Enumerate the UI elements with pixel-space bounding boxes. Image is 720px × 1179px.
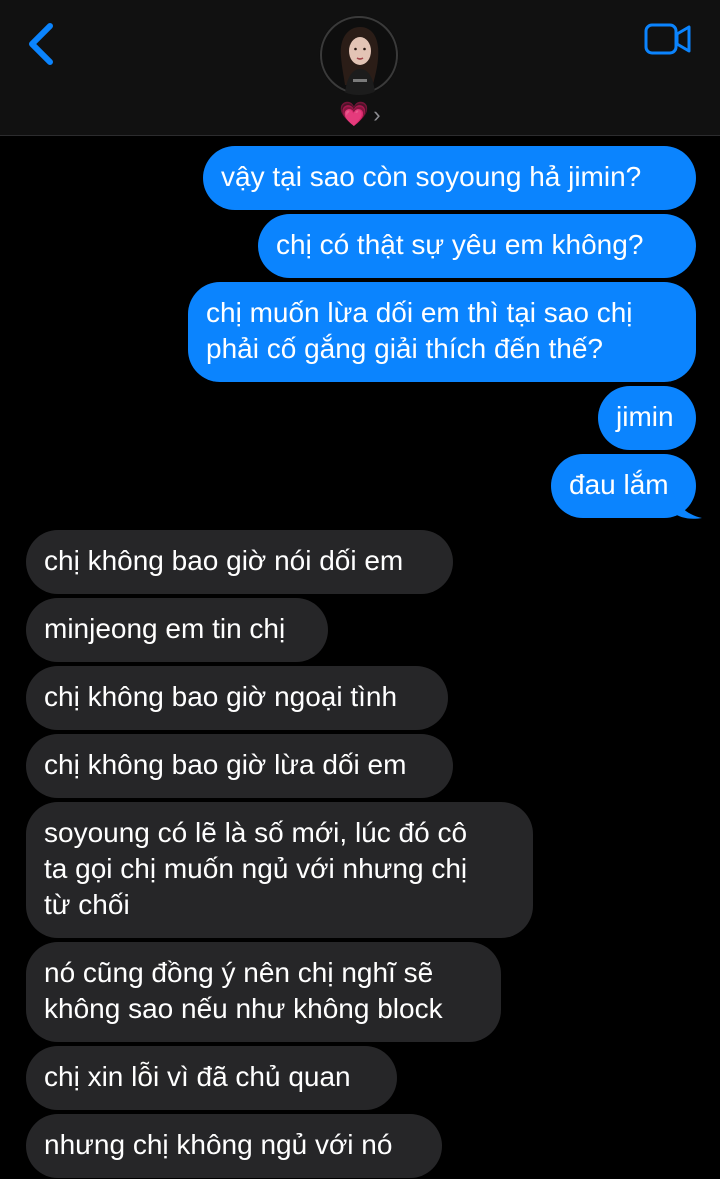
message-text: chị không bao giờ ngoại tình xyxy=(44,681,398,712)
message-text: chị không bao giờ lừa dối em xyxy=(44,749,407,780)
video-camera-icon xyxy=(644,23,691,55)
bubble-tail-outgoing xyxy=(672,488,702,519)
message-bubble-outgoing[interactable]: chị có thật sự yêu em không? xyxy=(258,214,696,278)
message-bubble-outgoing[interactable]: vậy tại sao còn soyoung hả jimin? xyxy=(203,146,696,210)
conversation-header: 💗 › xyxy=(0,0,720,136)
message-text-line: chị muốn lừa dối em thì tại sao chị xyxy=(206,297,633,328)
message-text: minjeong em tin chị xyxy=(44,613,286,644)
message-bubble-incoming[interactable]: chị xin lỗi vì đã chủ quan xyxy=(26,1046,397,1110)
message-text: jimin xyxy=(616,401,674,432)
message-text: chị không bao giờ nói dối em xyxy=(44,545,404,576)
contact-avatar[interactable] xyxy=(319,15,399,95)
message-bubble-incoming[interactable]: chị không bao giờ nói dối em xyxy=(26,530,453,594)
message-text-line: phải cố gắng giải thích đến thế? xyxy=(206,333,603,364)
message-text: chị có thật sự yêu em không? xyxy=(276,229,644,260)
chevron-left-icon xyxy=(29,23,53,65)
message-bubble-incoming[interactable]: nhưng chị không ngủ với nó xyxy=(26,1114,442,1178)
message-text-line: từ chối xyxy=(44,889,130,920)
message-bubble-incoming[interactable]: soyoung có lẽ là số mới, lúc đó cô ta gọ… xyxy=(26,802,533,938)
message-text: đau lắm xyxy=(569,469,669,500)
message-bubble-outgoing[interactable]: jimin xyxy=(598,386,696,450)
message-bubble-outgoing[interactable]: chị muốn lừa dối em thì tại sao chị phải… xyxy=(188,282,696,382)
chevron-right-icon: › xyxy=(373,102,381,127)
message-bubble-incoming[interactable]: nó cũng đồng ý nên chị nghĩ sẽ không sao… xyxy=(26,942,501,1042)
message-text: chị xin lỗi vì đã chủ quan xyxy=(44,1061,351,1092)
message-text: nhưng chị không ngủ với nó xyxy=(44,1129,393,1160)
message-text-line: soyoung có lẽ là số mới, lúc đó cô xyxy=(44,817,468,848)
message-bubble-incoming[interactable]: minjeong em tin chị xyxy=(26,598,328,662)
message-list[interactable]: vậy tại sao còn soyoung hả jimin? chị có… xyxy=(0,136,720,1179)
message-text-line: nó cũng đồng ý nên chị nghĩ sẽ xyxy=(44,957,434,988)
video-call-button[interactable] xyxy=(644,22,692,56)
contact-name-text: 💗 xyxy=(339,101,370,128)
contact-name[interactable]: 💗 › xyxy=(0,100,720,130)
message-text: vậy tại sao còn soyoung hả jimin? xyxy=(221,161,642,192)
message-bubble-incoming[interactable]: chị không bao giờ ngoại tình xyxy=(26,666,448,730)
message-bubble-incoming[interactable]: chị không bao giờ lừa dối em xyxy=(26,734,453,798)
message-text-line: không sao nếu như không block xyxy=(44,993,443,1024)
message-text-line: ta gọi chị muốn ngủ với nhưng chị xyxy=(44,853,468,884)
back-button[interactable] xyxy=(22,22,62,66)
avatar-image xyxy=(319,15,399,95)
